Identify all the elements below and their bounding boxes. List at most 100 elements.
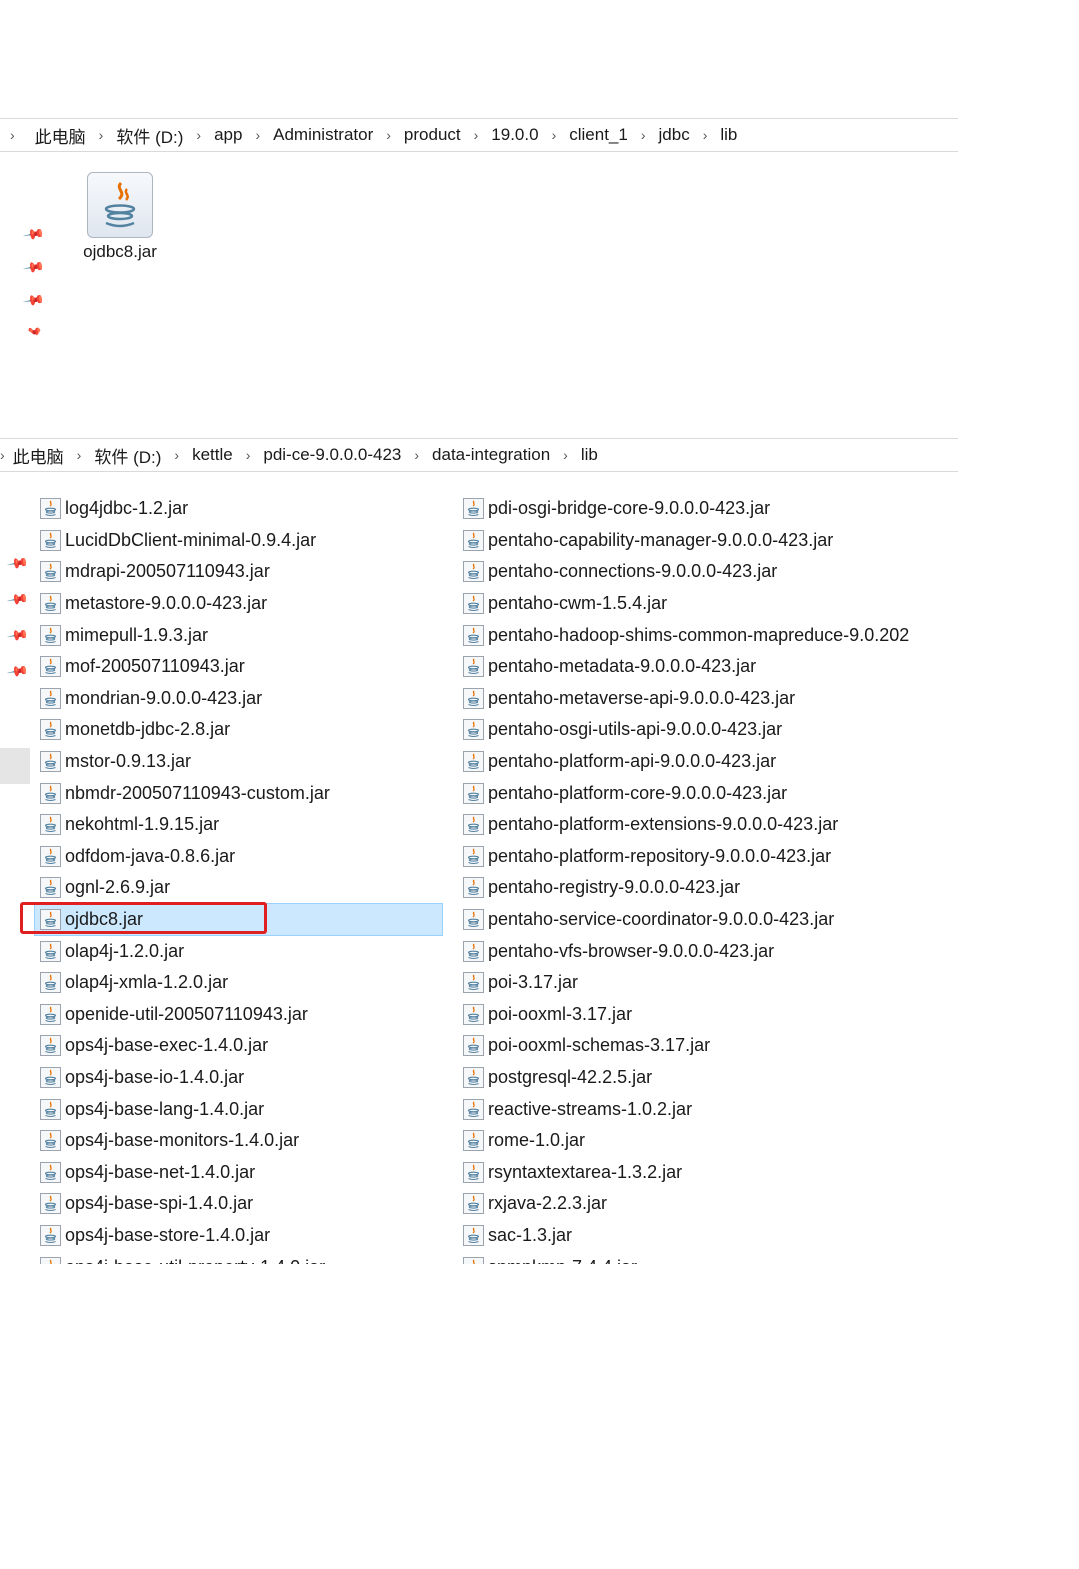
breadcrumb-item[interactable]: lib: [720, 123, 737, 147]
file-row[interactable]: olap4j-1.2.0.jar: [40, 935, 442, 967]
file-row[interactable]: poi-ooxml-3.17.jar: [463, 999, 960, 1031]
breadcrumb-item[interactable]: client_1: [569, 123, 628, 147]
file-row[interactable]: pentaho-platform-core-9.0.0.0-423.jar: [463, 777, 960, 809]
chevron-right-icon[interactable]: ›: [255, 127, 260, 143]
file-row[interactable]: ops4j-base-io-1.4.0.jar: [40, 1062, 442, 1094]
file-row[interactable]: odfdom-java-0.8.6.jar: [40, 841, 442, 873]
breadcrumb-item[interactable]: 软件 (D:): [116, 121, 183, 150]
file-row[interactable]: mdrapi-200507110943.jar: [40, 556, 442, 588]
java-jar-icon: [463, 751, 484, 773]
breadcrumb-item[interactable]: jdbc: [659, 123, 690, 147]
breadcrumb-item[interactable]: kettle: [192, 443, 233, 467]
file-row[interactable]: olap4j-xmla-1.2.0.jar: [40, 967, 442, 999]
file-row[interactable]: ops4j-base-monitors-1.4.0.jar: [40, 1125, 442, 1157]
file-row[interactable]: rsyntaxtextarea-1.3.2.jar: [463, 1156, 960, 1188]
chevron-right-icon[interactable]: ›: [99, 127, 104, 143]
file-row[interactable]: pentaho-osgi-utils-api-9.0.0.0-423.jar: [463, 714, 960, 746]
file-row[interactable]: mstor-0.9.13.jar: [40, 746, 442, 778]
file-row[interactable]: pentaho-platform-extensions-9.0.0.0-423.…: [463, 809, 960, 841]
file-row[interactable]: poi-ooxml-schemas-3.17.jar: [463, 1030, 960, 1062]
chevron-right-icon[interactable]: ›: [386, 127, 391, 143]
file-row[interactable]: pdi-osgi-bridge-core-9.0.0.0-423.jar: [463, 493, 960, 525]
file-row[interactable]: sac-1.3.jar: [463, 1220, 960, 1252]
file-name: mondrian-9.0.0.0-423.jar: [65, 687, 263, 708]
breadcrumb-item[interactable]: 此电脑: [13, 441, 64, 470]
chevron-right-icon[interactable]: ›: [563, 447, 568, 463]
file-row[interactable]: poi-3.17.jar: [463, 967, 960, 999]
java-jar-icon: [463, 498, 484, 520]
file-row[interactable]: ops4j-base-spi-1.4.0.jar: [40, 1188, 442, 1220]
file-row[interactable]: ops4j-base-lang-1.4.0.jar: [40, 1093, 442, 1125]
file-row[interactable]: nbmdr-200507110943-custom.jar: [40, 777, 442, 809]
chevron-right-icon[interactable]: ›: [703, 127, 708, 143]
breadcrumb-item[interactable]: Administrator: [273, 123, 373, 147]
file-row[interactable]: openide-util-200507110943.jar: [40, 999, 442, 1031]
file-row[interactable]: pentaho-platform-api-9.0.0.0-423.jar: [463, 746, 960, 778]
file-row[interactable]: ops4j-base-exec-1.4.0.jar: [40, 1030, 442, 1062]
chevron-right-icon[interactable]: ›: [174, 447, 179, 463]
pin-icon[interactable]: 📌: [23, 222, 46, 245]
file-row[interactable]: rxjava-2.2.3.jar: [463, 1188, 960, 1220]
java-jar-icon: [463, 845, 484, 867]
chevron-right-icon[interactable]: ›: [196, 127, 201, 143]
file-name: rsyntaxtextarea-1.3.2.jar: [488, 1161, 683, 1182]
breadcrumb-item[interactable]: 19.0.0: [491, 123, 538, 147]
file-row[interactable]: pentaho-cwm-1.5.4.jar: [463, 588, 960, 620]
file-row[interactable]: LucidDbClient-minimal-0.9.4.jar: [40, 525, 442, 557]
pin-icon[interactable]: 📌: [23, 255, 46, 278]
file-row[interactable]: pentaho-vfs-browser-9.0.0.0-423.jar: [463, 935, 960, 967]
chevron-right-icon[interactable]: ›: [0, 447, 5, 463]
chevron-right-icon[interactable]: ›: [552, 127, 557, 143]
java-jar-icon: [40, 719, 61, 741]
chevron-right-icon[interactable]: ›: [641, 127, 646, 143]
breadcrumb-item[interactable]: 此电脑: [35, 121, 86, 150]
file-name: olap4j-1.2.0.jar: [65, 940, 185, 961]
file-tile-ojdbc8[interactable]: ojdbc8.jar: [74, 172, 166, 262]
file-row[interactable]: pentaho-capability-manager-9.0.0.0-423.j…: [463, 525, 960, 557]
file-row[interactable]: ops4j-base-util-property-1.4.0.jar: [40, 1251, 442, 1264]
file-row[interactable]: mof-200507110943.jar: [40, 651, 442, 683]
file-row[interactable]: pentaho-registry-9.0.0.0-423.jar: [463, 872, 960, 904]
file-row[interactable]: ognl-2.6.9.jar: [40, 872, 442, 904]
file-row[interactable]: ops4j-base-store-1.4.0.jar: [40, 1220, 442, 1252]
file-row[interactable]: monetdb-jdbc-2.8.jar: [40, 714, 442, 746]
file-name: poi-ooxml-3.17.jar: [488, 1003, 633, 1024]
java-jar-icon: [40, 624, 61, 646]
file-row[interactable]: ops4j-base-net-1.4.0.jar: [40, 1156, 442, 1188]
chevron-right-icon[interactable]: ›: [77, 447, 82, 463]
file-name: pentaho-platform-api-9.0.0.0-423.jar: [488, 751, 777, 772]
file-row[interactable]: mondrian-9.0.0.0-423.jar: [40, 683, 442, 715]
breadcrumb-item[interactable]: data-integration: [432, 443, 550, 467]
pin-icon[interactable]: 📌: [23, 288, 46, 311]
chevron-right-icon[interactable]: ›: [10, 127, 15, 143]
file-row[interactable]: pentaho-connections-9.0.0.0-423.jar: [463, 556, 960, 588]
file-row[interactable]: pentaho-metadata-9.0.0.0-423.jar: [463, 651, 960, 683]
file-row[interactable]: postgresql-42.2.5.jar: [463, 1062, 960, 1094]
chevron-right-icon[interactable]: ›: [246, 447, 251, 463]
file-row[interactable]: rome-1.0.jar: [463, 1125, 960, 1157]
file-row[interactable]: pentaho-platform-repository-9.0.0.0-423.…: [463, 841, 960, 873]
pin-icon[interactable]: 📌: [25, 322, 41, 337]
chevron-right-icon[interactable]: ›: [414, 447, 419, 463]
file-row[interactable]: reactive-streams-1.0.2.jar: [463, 1093, 960, 1125]
file-row[interactable]: pentaho-hadoop-shims-common-mapreduce-9.…: [463, 619, 960, 651]
java-jar-icon: [40, 656, 61, 678]
java-jar-icon: [40, 1130, 61, 1152]
breadcrumb-item[interactable]: product: [404, 123, 461, 147]
breadcrumb-item[interactable]: app: [214, 123, 242, 147]
breadcrumb-item[interactable]: lib: [581, 443, 598, 467]
file-row[interactable]: log4jdbc-1.2.jar: [40, 493, 442, 525]
file-row[interactable]: metastore-9.0.0.0-423.jar: [40, 588, 442, 620]
breadcrumb-item[interactable]: pdi-ce-9.0.0.0-423: [263, 443, 401, 467]
file-row[interactable]: pentaho-service-coordinator-9.0.0.0-423.…: [463, 904, 960, 936]
java-jar-icon: [463, 1035, 484, 1057]
file-row[interactable]: snmpkmp-7.4.4.jar: [463, 1251, 960, 1264]
breadcrumb-item[interactable]: 软件 (D:): [94, 441, 161, 470]
chevron-right-icon[interactable]: ›: [474, 127, 479, 143]
file-column-right: pdi-osgi-bridge-core-9.0.0.0-423.jar pent…: [463, 493, 960, 1264]
file-name: ognl-2.6.9.jar: [65, 877, 171, 898]
file-row[interactable]: mimepull-1.9.3.jar: [40, 619, 442, 651]
file-row[interactable]: nekohtml-1.9.15.jar: [40, 809, 442, 841]
file-name: pentaho-connections-9.0.0.0-423.jar: [488, 561, 778, 582]
file-row[interactable]: pentaho-metaverse-api-9.0.0.0-423.jar: [463, 683, 960, 715]
